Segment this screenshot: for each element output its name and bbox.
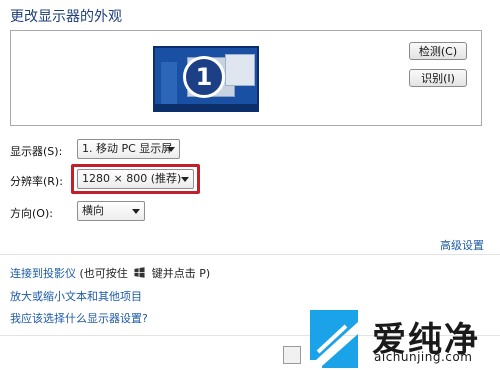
display-select-value: 1. 移动 PC 显示屏 — [82, 142, 173, 155]
watermark-brand-url: aichunjing.com — [374, 350, 473, 364]
display-label: 显示器(S): — [10, 145, 63, 158]
resolution-select-value: 1280 × 800 (推荐) — [82, 172, 182, 185]
monitor-sidebar-shape — [161, 62, 177, 106]
orientation-select-value: 横向 — [82, 204, 104, 217]
orientation-select[interactable]: 横向 — [77, 201, 145, 221]
identify-button[interactable]: 识别(I) — [409, 69, 467, 87]
projector-hint-pre: (也可按住 — [79, 267, 128, 280]
watermark-logo-icon — [310, 310, 358, 368]
dropdown-arrow-icon — [181, 177, 189, 182]
orientation-label: 方向(O): — [10, 207, 53, 220]
text-size-link[interactable]: 放大或缩小文本和其他项目 — [10, 288, 142, 304]
detect-button[interactable]: 检测(C) — [409, 42, 467, 60]
connect-projector-link[interactable]: 连接到投影仪 — [10, 267, 76, 280]
display-select[interactable]: 1. 移动 PC 显示屏 — [77, 139, 180, 159]
resolution-select[interactable]: 1280 × 800 (推荐) — [77, 169, 194, 189]
monitor-taskbar — [155, 104, 257, 110]
windows-key-icon — [134, 267, 145, 278]
display-help-link[interactable]: 我应该选择什么显示器设置? — [10, 310, 148, 326]
monitor-window-shape-2 — [225, 54, 255, 86]
advanced-settings-link[interactable]: 高级设置 — [440, 237, 484, 253]
resolution-label: 分辨率(R): — [10, 175, 63, 188]
monitor-thumbnail[interactable]: 1 — [153, 46, 259, 112]
page-title: 更改显示器的外观 — [10, 9, 122, 25]
projector-row: 连接到投影仪 (也可按住 键并点击 P) — [10, 265, 210, 281]
dropdown-arrow-icon — [167, 147, 175, 152]
ok-button-partial[interactable] — [283, 346, 301, 364]
divider — [0, 254, 500, 255]
dropdown-arrow-icon — [132, 209, 140, 214]
monitor-number-badge: 1 — [183, 56, 225, 98]
projector-hint-post: 键并点击 P) — [151, 267, 211, 280]
